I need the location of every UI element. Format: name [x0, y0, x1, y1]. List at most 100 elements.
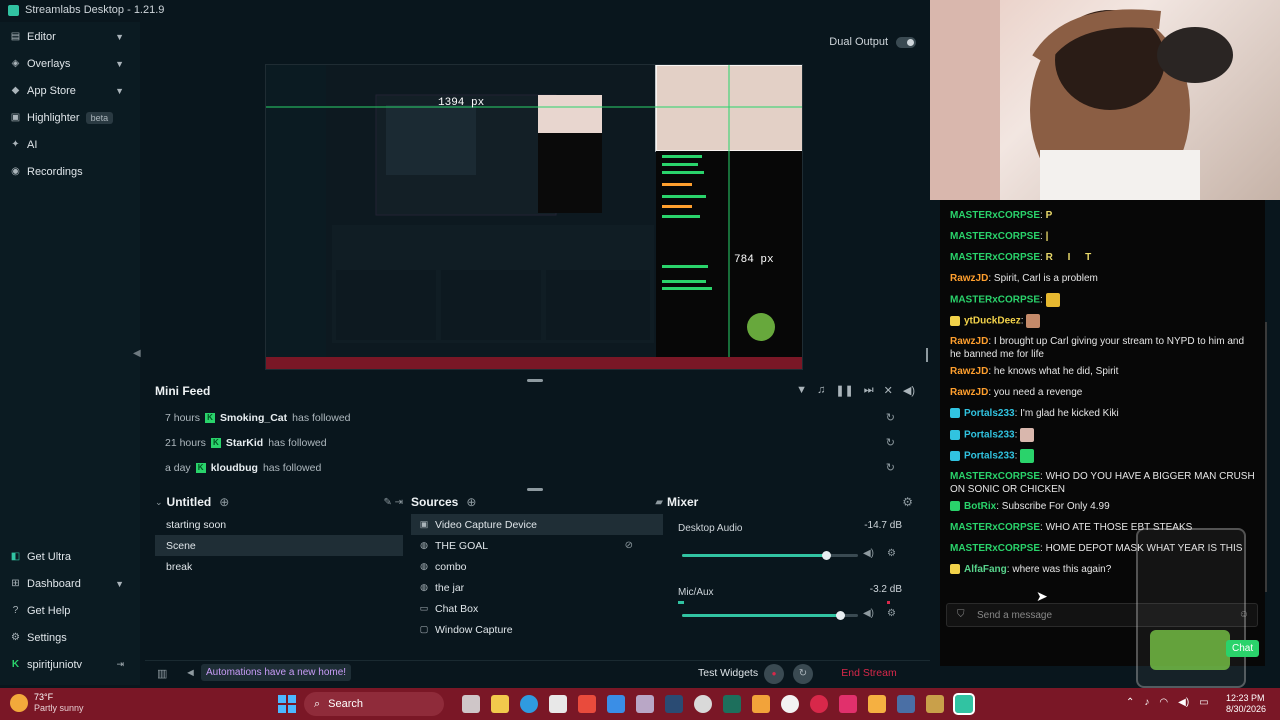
collapse-left-icon[interactable]: ◀	[133, 348, 141, 359]
skip-icon[interactable]: ⏭	[864, 384, 874, 397]
filter-icon[interactable]: ▼	[796, 384, 807, 397]
source-item[interactable]: ◍ the jar	[411, 577, 663, 598]
speaker-icon[interactable]: ◀)	[863, 548, 874, 559]
stats-icon[interactable]: ▥	[157, 667, 167, 680]
chat-send-button[interactable]: Chat	[1226, 640, 1260, 657]
vlc-icon[interactable]	[751, 695, 770, 713]
toggle-switch[interactable]	[896, 36, 916, 48]
drag-handle[interactable]	[527, 488, 543, 491]
obs-icon[interactable]	[780, 695, 799, 713]
edge-icon[interactable]	[519, 695, 538, 713]
logout-icon[interactable]: ⇥	[116, 659, 124, 670]
folder-icon[interactable]: ▰	[655, 497, 663, 508]
transition-icon[interactable]: ✎ ⇥	[383, 497, 403, 508]
streamlabs-taskbar-icon[interactable]	[952, 693, 975, 715]
chat-username[interactable]: RawzJD	[950, 336, 988, 347]
sidebar-item-ai[interactable]: ✦ AI	[0, 131, 140, 158]
chat-username[interactable]: MASTERxCORPSE	[950, 471, 1040, 482]
sidebar-user[interactable]: Kspiritjuniotv ⇥	[0, 651, 140, 678]
scene-item[interactable]: starting soon	[155, 514, 403, 535]
chat-username[interactable]: Portals233	[964, 408, 1015, 419]
replay-icon[interactable]: ↻	[886, 436, 895, 449]
sidebar-item-recordings[interactable]: ◉ Recordings	[0, 158, 140, 185]
drag-handle[interactable]	[527, 379, 543, 382]
chat-username[interactable]: BotRix	[964, 501, 996, 512]
source-item[interactable]: ▭ Chat Box	[411, 598, 663, 619]
app-icon[interactable]	[809, 695, 828, 713]
hidden-eye-icon[interactable]: ⊘	[625, 540, 633, 551]
dual-output-toggle[interactable]: Dual Output	[829, 36, 916, 48]
chat-scrollbar[interactable]	[1265, 322, 1267, 592]
app-icon[interactable]	[867, 695, 886, 713]
chat-username[interactable]: RawzJD	[950, 387, 988, 398]
mic-icon[interactable]: ♪	[1144, 697, 1149, 708]
app-icon[interactable]	[722, 695, 741, 713]
chat-username[interactable]: AlfaFang	[964, 564, 1007, 575]
battery-icon[interactable]: ▭	[1199, 697, 1208, 708]
source-item[interactable]: ◍ THE GOAL ⊘	[411, 535, 663, 556]
chat-username[interactable]: MASTERxCORPSE	[950, 231, 1040, 242]
test-widgets-button[interactable]: Test Widgets	[698, 667, 758, 679]
file-explorer-icon[interactable]	[490, 695, 509, 713]
weather-widget[interactable]: 73°F Partly sunny	[10, 692, 110, 716]
collapse-icon[interactable]: ⌄	[155, 497, 163, 508]
volume-icon[interactable]: ◀)	[903, 384, 915, 397]
task-view-icon[interactable]	[461, 695, 480, 713]
clock-time[interactable]: 12:23 PM	[1226, 693, 1265, 703]
chat-username[interactable]: RawzJD	[950, 273, 988, 284]
record-icon[interactable]: ●	[764, 664, 784, 684]
app-icon[interactable]	[577, 695, 596, 713]
store-icon[interactable]	[548, 695, 567, 713]
music-icon[interactable]: ♫	[817, 384, 825, 397]
app-icon[interactable]	[635, 695, 654, 713]
chat-username[interactable]: MASTERxCORPSE	[950, 210, 1040, 221]
sidebar-item-dashboard[interactable]: ⊞ Dashboard ▼	[0, 570, 140, 597]
volume-slider[interactable]	[682, 611, 858, 620]
scene-item[interactable]: break	[155, 556, 403, 577]
add-source-icon[interactable]: ⊕	[466, 495, 476, 509]
instagram-icon[interactable]	[838, 695, 857, 713]
gear-icon[interactable]: ⚙	[887, 548, 896, 559]
wifi-icon[interactable]: ◠	[1159, 697, 1168, 708]
chat-username[interactable]: MASTERxCORPSE	[950, 252, 1040, 263]
chat-username[interactable]: MASTERxCORPSE	[950, 522, 1040, 533]
resize-handle[interactable]	[926, 348, 928, 362]
source-item[interactable]: ▢ Window Capture	[411, 619, 663, 640]
pause-icon[interactable]: ❚❚	[835, 384, 853, 397]
sidebar-item-highlighter[interactable]: ▣ Highlighter beta	[0, 104, 140, 131]
chat-username[interactable]: Portals233	[964, 451, 1015, 462]
gear-icon[interactable]: ⚙	[887, 608, 896, 619]
chat-username[interactable]: MASTERxCORPSE	[950, 295, 1040, 306]
sidebar-item-get-help[interactable]: ? Get Help	[0, 597, 140, 624]
replay-icon[interactable]: ↻	[886, 461, 895, 474]
stream-preview[interactable]: 1394 px 784 px	[265, 64, 803, 370]
app-icon[interactable]	[606, 695, 625, 713]
app-icon[interactable]	[925, 695, 944, 713]
end-stream-button[interactable]: End Stream	[825, 661, 913, 685]
sidebar-item-editor[interactable]: ▤ Editor ▼	[0, 23, 140, 50]
replay-buffer-icon[interactable]: ↻	[793, 664, 813, 684]
replay-icon[interactable]: ↻	[886, 411, 895, 424]
source-item-selected[interactable]: ▣ Video Capture Device	[411, 514, 663, 535]
chat-username[interactable]: MASTERxCORPSE	[950, 543, 1040, 554]
clock-date[interactable]: 8/30/2026	[1226, 704, 1266, 714]
chat-username[interactable]: RawzJD	[950, 366, 988, 377]
automations-notice[interactable]: Automations have a new home!	[201, 664, 352, 681]
steam-icon[interactable]	[664, 695, 683, 713]
chat-username[interactable]: ytDuckDeez	[964, 316, 1021, 327]
speaker-icon[interactable]: ◀)	[863, 608, 874, 619]
taskbar-search[interactable]: ⌕ Search	[304, 692, 444, 716]
volume-slider[interactable]	[682, 551, 858, 560]
add-scene-icon[interactable]: ⊕	[219, 495, 229, 509]
app-icon[interactable]	[896, 695, 915, 713]
chevron-up-icon[interactable]: ⌃	[1126, 697, 1134, 708]
sidebar-item-settings[interactable]: ⚙ Settings	[0, 624, 140, 651]
sidebar-item-app-store[interactable]: ◆ App Store ▼	[0, 77, 140, 104]
source-item[interactable]: ◍ combo	[411, 556, 663, 577]
volume-icon[interactable]: ◀)	[1178, 697, 1189, 708]
scene-item-selected[interactable]: Scene	[155, 535, 403, 556]
sidebar-item-get-ultra[interactable]: ◧ Get Ultra	[0, 543, 140, 570]
media-player-icon[interactable]	[693, 695, 712, 713]
gear-icon[interactable]: ⚙	[902, 495, 913, 509]
sidebar-item-overlays[interactable]: ◈ Overlays ▼	[0, 50, 140, 77]
